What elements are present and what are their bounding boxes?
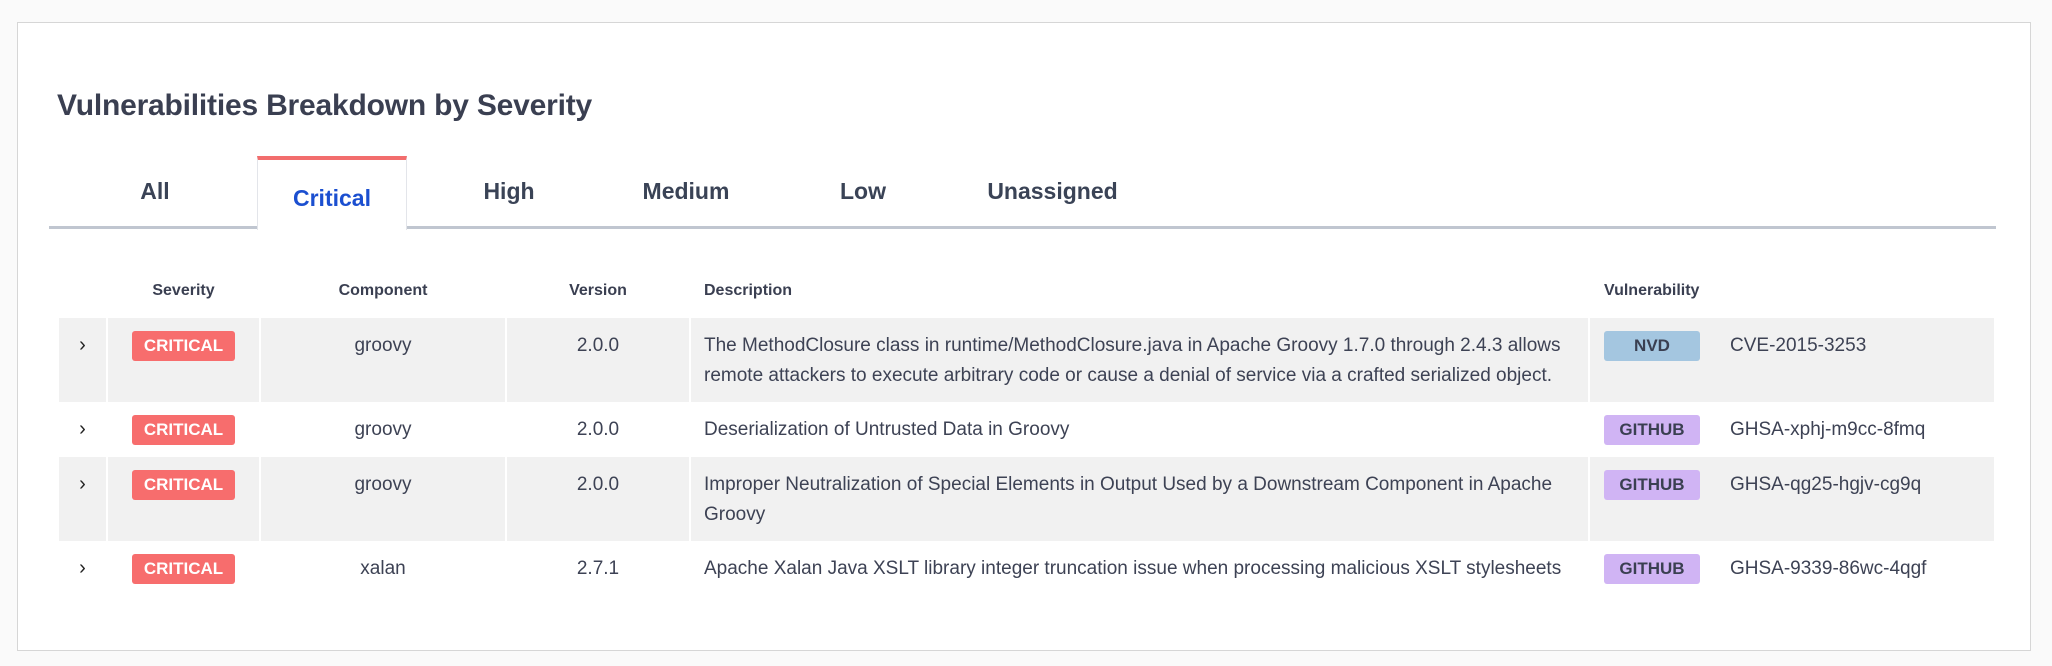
severity-badge: CRITICAL [131, 554, 236, 584]
vulnerability-id[interactable]: GHSA-xphj-m9cc-8fmq [1730, 415, 1925, 445]
version-column-header[interactable]: Version [507, 263, 689, 318]
table-row[interactable]: › CRITICAL groovy 2.0.0 The MethodClosur… [59, 318, 1994, 402]
vulnerability-id[interactable]: CVE-2015-3253 [1730, 331, 1866, 361]
table-row[interactable]: › CRITICAL groovy 2.0.0 Deserialization … [59, 402, 1994, 457]
version-cell: 2.0.0 [507, 318, 689, 402]
version-cell: 2.0.0 [576, 419, 620, 440]
chevron-right-icon[interactable]: › [79, 472, 86, 494]
tab-medium[interactable]: Medium [611, 156, 761, 226]
component-cell: groovy [261, 457, 505, 541]
table-header: Severity Component Version Description V… [59, 263, 1994, 318]
vulnerability-id[interactable]: GHSA-9339-86wc-4qgf [1730, 554, 1926, 584]
source-badge: NVD [1604, 331, 1700, 361]
tab-high[interactable]: High [434, 156, 584, 226]
component-cell: xalan [360, 558, 406, 579]
tab-all[interactable]: All [80, 156, 230, 226]
source-badge: GITHUB [1604, 554, 1700, 584]
vulnerabilities-card: Vulnerabilities Breakdown by Severity Al… [17, 22, 2031, 651]
component-cell: groovy [354, 419, 412, 440]
description-cell: Deserialization of Untrusted Data in Gro… [704, 419, 1070, 440]
tab-unassigned[interactable]: Unassigned [965, 156, 1140, 226]
tab-low[interactable]: Low [788, 156, 938, 226]
severity-column-header[interactable]: Severity [108, 263, 259, 318]
table-row[interactable]: › CRITICAL xalan 2.7.1 Apache Xalan Java… [59, 541, 1994, 596]
description-cell: Apache Xalan Java XSLT library integer t… [704, 558, 1562, 579]
component-cell: groovy [261, 318, 505, 402]
severity-badge: CRITICAL [131, 470, 236, 500]
severity-badge: CRITICAL [131, 415, 236, 445]
severity-badge: CRITICAL [131, 331, 236, 361]
version-cell: 2.7.1 [576, 558, 620, 579]
description-cell: Improper Neutralization of Special Eleme… [691, 457, 1588, 541]
severity-tabs: All Critical High Medium Low Unassigned [49, 156, 1996, 230]
component-column-header[interactable]: Component [261, 263, 505, 318]
source-badge: GITHUB [1604, 470, 1700, 500]
description-cell: The MethodClosure class in runtime/Metho… [691, 318, 1588, 402]
page-title: Vulnerabilities Breakdown by Severity [57, 89, 593, 122]
version-cell: 2.0.0 [507, 457, 689, 541]
tab-critical[interactable]: Critical [257, 156, 407, 230]
description-column-header[interactable]: Description [691, 263, 1588, 318]
source-badge: GITHUB [1604, 415, 1700, 445]
table-row[interactable]: › CRITICAL groovy 2.0.0 Improper Neutral… [59, 457, 1994, 541]
vulnerabilities-table: Severity Component Version Description V… [57, 263, 1996, 596]
chevron-right-icon[interactable]: › [79, 417, 86, 439]
vulnerability-column-header[interactable]: Vulnerability [1590, 263, 1994, 318]
chevron-right-icon[interactable]: › [79, 556, 86, 578]
expand-column-header [59, 263, 106, 318]
chevron-right-icon[interactable]: › [79, 333, 86, 355]
vulnerability-id[interactable]: GHSA-qg25-hgjv-cg9q [1730, 470, 1921, 500]
